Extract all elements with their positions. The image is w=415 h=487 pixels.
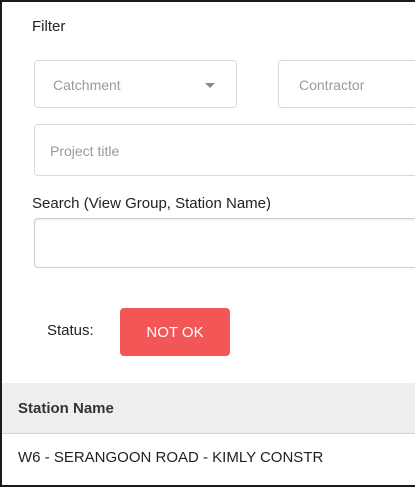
status-label: Status: <box>47 322 94 339</box>
search-label: Search (View Group, Station Name) <box>32 195 271 212</box>
filter-title: Filter <box>32 18 66 35</box>
station-name-cell: W6 - SERANGOON ROAD - KIMLY CONSTR <box>18 449 324 466</box>
status-badge[interactable]: NOT OK <box>120 308 230 356</box>
catchment-select[interactable]: Catchment <box>34 60 237 108</box>
contractor-placeholder: Contractor <box>299 77 365 93</box>
filter-panel: Filter Catchment Contractor Project titl… <box>0 0 415 487</box>
project-title-select[interactable]: Project title <box>34 124 415 176</box>
catchment-placeholder: Catchment <box>53 77 121 93</box>
table-header: Station Name <box>2 383 415 434</box>
chevron-down-icon <box>205 83 215 88</box>
contractor-select[interactable]: Contractor <box>278 60 415 108</box>
project-title-placeholder: Project title <box>50 143 120 159</box>
table-row[interactable]: W6 - SERANGOON ROAD - KIMLY CONSTR <box>2 434 415 484</box>
search-input[interactable] <box>34 218 415 268</box>
column-header-station-name[interactable]: Station Name <box>18 400 114 417</box>
